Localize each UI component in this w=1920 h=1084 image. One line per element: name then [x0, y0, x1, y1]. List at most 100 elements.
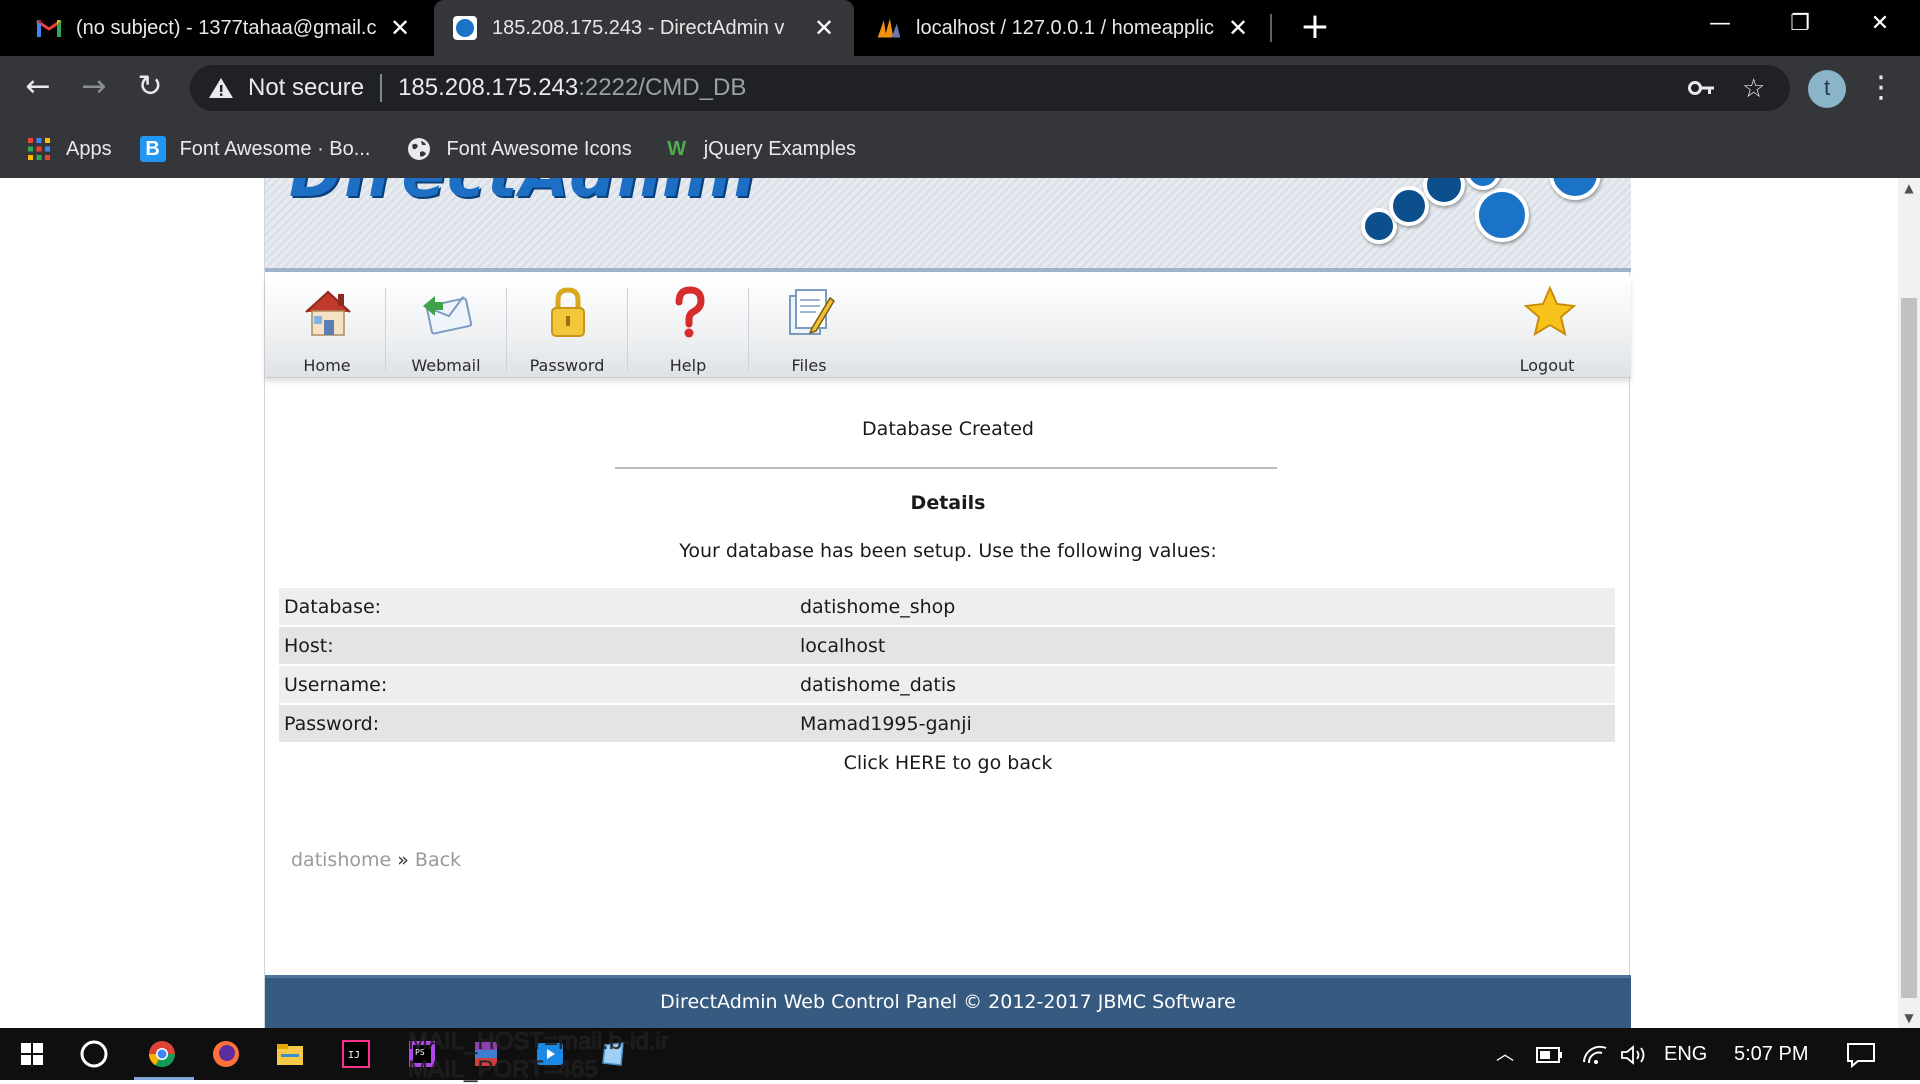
directadmin-panel: DirectAdmin Home — [264, 178, 1631, 1028]
bookmark-font-awesome-icons[interactable]: Font Awesome Icons — [406, 136, 632, 162]
tab-gmail[interactable]: (no subject) - 1377tahaa@gmail.c ✕ — [18, 0, 430, 56]
browser-toolbar: ← → ↻ Not secure 185.208.175.243:2222/CM… — [0, 56, 1920, 120]
menu-logout[interactable]: Logout — [1487, 276, 1607, 378]
table-row: Host: localhost — [279, 627, 1615, 664]
details-heading: Details — [910, 492, 986, 514]
svg-text:IJ: IJ — [348, 1050, 360, 1061]
menu-label: Help — [669, 356, 707, 375]
menu-password[interactable]: Password — [507, 276, 627, 378]
menu-files[interactable]: Files — [749, 276, 869, 378]
volume-icon[interactable] — [1620, 1028, 1648, 1080]
tab-divider — [1270, 14, 1272, 42]
security-label[interactable]: Not secure — [248, 74, 364, 102]
tab-phpmyadmin[interactable]: localhost / 127.0.0.1 / homeapplic ✕ — [858, 0, 1268, 56]
menu-label: Logout — [1519, 356, 1575, 375]
overlay-line: MAIL_HOST=mail.b-id.ir — [408, 1028, 669, 1055]
warning-icon — [209, 78, 233, 98]
gmail-icon — [36, 15, 62, 41]
notifications-icon[interactable] — [1846, 1028, 1876, 1080]
row-value: datishome_datis — [795, 666, 1615, 703]
windows-start-icon[interactable] — [4, 1034, 60, 1074]
menu-label: Files — [791, 356, 827, 375]
table-row: Username: datishome_datis — [279, 666, 1615, 703]
phpmyadmin-icon — [876, 15, 902, 41]
tab-title: localhost / 127.0.0.1 / homeapplic — [916, 16, 1214, 39]
files-icon — [789, 289, 835, 335]
menu-home[interactable]: Home — [267, 276, 387, 378]
divider — [615, 467, 1277, 469]
address-bar[interactable]: Not secure 185.208.175.243:2222/CMD_DB ☆ — [190, 65, 1790, 111]
chrome-icon[interactable] — [134, 1034, 190, 1074]
row-value: localhost — [795, 627, 1615, 664]
menu-help[interactable]: Help — [628, 276, 748, 378]
overlay-text: MAIL_HOST=mail.b-id.ir MAIL_PORT=465 — [408, 1028, 669, 1084]
minimize-button[interactable]: — — [1684, 0, 1756, 50]
menu-icon[interactable]: ⋮ — [1866, 68, 1896, 108]
bootstrap-icon: B — [139, 136, 166, 162]
wifi-icon[interactable] — [1582, 1028, 1608, 1080]
firefox-icon[interactable] — [198, 1034, 254, 1074]
table-row: Database: datishome_shop — [279, 588, 1615, 625]
globe-icon — [406, 136, 432, 162]
new-tab-button[interactable]: + — [1295, 8, 1335, 48]
forward-icon[interactable]: → — [72, 66, 116, 110]
key-icon[interactable] — [1688, 65, 1716, 111]
windows-taskbar: IJ PS MAIL_HOST=mail.b-id.ir MAIL_PORT=4… — [0, 1028, 1920, 1083]
breadcrumb-user-link[interactable]: datishome — [291, 849, 391, 871]
bookmarks-bar: Apps B Font Awesome · Bo... Font Awesome… — [0, 120, 1920, 178]
message-title: Database Created — [862, 418, 1034, 440]
bookmark-star-icon[interactable]: ☆ — [1742, 65, 1765, 111]
scroll-down-icon[interactable]: ▼ — [1898, 1008, 1920, 1028]
database-details-table: Database: datishome_shop Host: localhost… — [279, 586, 1615, 744]
chevron-up-icon[interactable]: ︿ — [1496, 1028, 1514, 1080]
page-viewport: DirectAdmin Home — [0, 178, 1898, 1028]
directadmin-logo: DirectAdmin — [289, 178, 757, 212]
tab-directadmin[interactable]: 185.208.175.243 - DirectAdmin v ✕ — [434, 0, 854, 56]
clock[interactable]: 5:07 PM — [1734, 1028, 1808, 1080]
page-footer: DirectAdmin Web Control Panel © 2012-201… — [265, 975, 1631, 1028]
apps-grid-icon — [26, 136, 52, 162]
row-key: Username: — [279, 666, 795, 703]
row-value: datishome_shop — [795, 588, 1615, 625]
scrollbar-thumb[interactable] — [1901, 298, 1917, 998]
search-circle-icon[interactable] — [66, 1034, 122, 1074]
profile-avatar[interactable]: t — [1808, 70, 1846, 108]
close-tab-icon[interactable]: ✕ — [388, 14, 412, 43]
row-value: Mamad1995-ganji — [795, 705, 1615, 742]
tab-title: 185.208.175.243 - DirectAdmin v — [492, 16, 785, 39]
page-scrollbar[interactable]: ▲ ▼ — [1898, 178, 1920, 1028]
row-key: Host: — [279, 627, 795, 664]
menu-webmail[interactable]: Webmail — [386, 276, 506, 378]
logo-dot — [1423, 178, 1465, 206]
bookmark-apps[interactable]: Apps — [26, 136, 112, 162]
reload-icon[interactable]: ↻ — [128, 66, 172, 110]
close-tab-icon[interactable]: ✕ — [812, 14, 836, 43]
webmail-icon — [423, 296, 473, 335]
bookmark-label: Font Awesome Icons — [446, 137, 632, 160]
restore-button[interactable]: ❐ — [1764, 0, 1836, 50]
scroll-up-icon[interactable]: ▲ — [1898, 178, 1920, 198]
breadcrumb-back-link[interactable]: Back — [415, 849, 461, 871]
logo-dot — [1389, 186, 1429, 226]
breadcrumb: datishome » Back — [291, 849, 461, 871]
close-tab-icon[interactable]: ✕ — [1226, 14, 1250, 43]
language-indicator[interactable]: ENG — [1664, 1028, 1707, 1080]
menu-label: Home — [303, 356, 351, 375]
go-back-link[interactable]: Click HERE to go back — [265, 752, 1631, 774]
back-icon[interactable]: ← — [16, 66, 60, 110]
directadmin-icon — [452, 15, 478, 41]
question-icon — [675, 286, 705, 338]
url-host: 185.208.175.243 — [398, 74, 579, 101]
bookmark-jquery-examples[interactable]: W jQuery Examples — [664, 136, 856, 162]
tab-title: (no subject) - 1377tahaa@gmail.c — [76, 16, 377, 39]
menu-label: Password — [529, 356, 605, 375]
details-subtitle: Your database has been setup. Use the fo… — [679, 540, 1217, 562]
w3schools-icon: W — [667, 137, 687, 160]
close-window-button[interactable]: ✕ — [1844, 0, 1916, 50]
address-divider — [380, 74, 383, 102]
file-explorer-icon[interactable] — [262, 1034, 318, 1074]
padlock-icon — [551, 287, 585, 337]
bookmark-font-awesome-bootstrap[interactable]: B Font Awesome · Bo... — [139, 136, 370, 162]
battery-icon[interactable] — [1536, 1028, 1564, 1080]
intellij-icon[interactable]: IJ — [328, 1034, 384, 1074]
